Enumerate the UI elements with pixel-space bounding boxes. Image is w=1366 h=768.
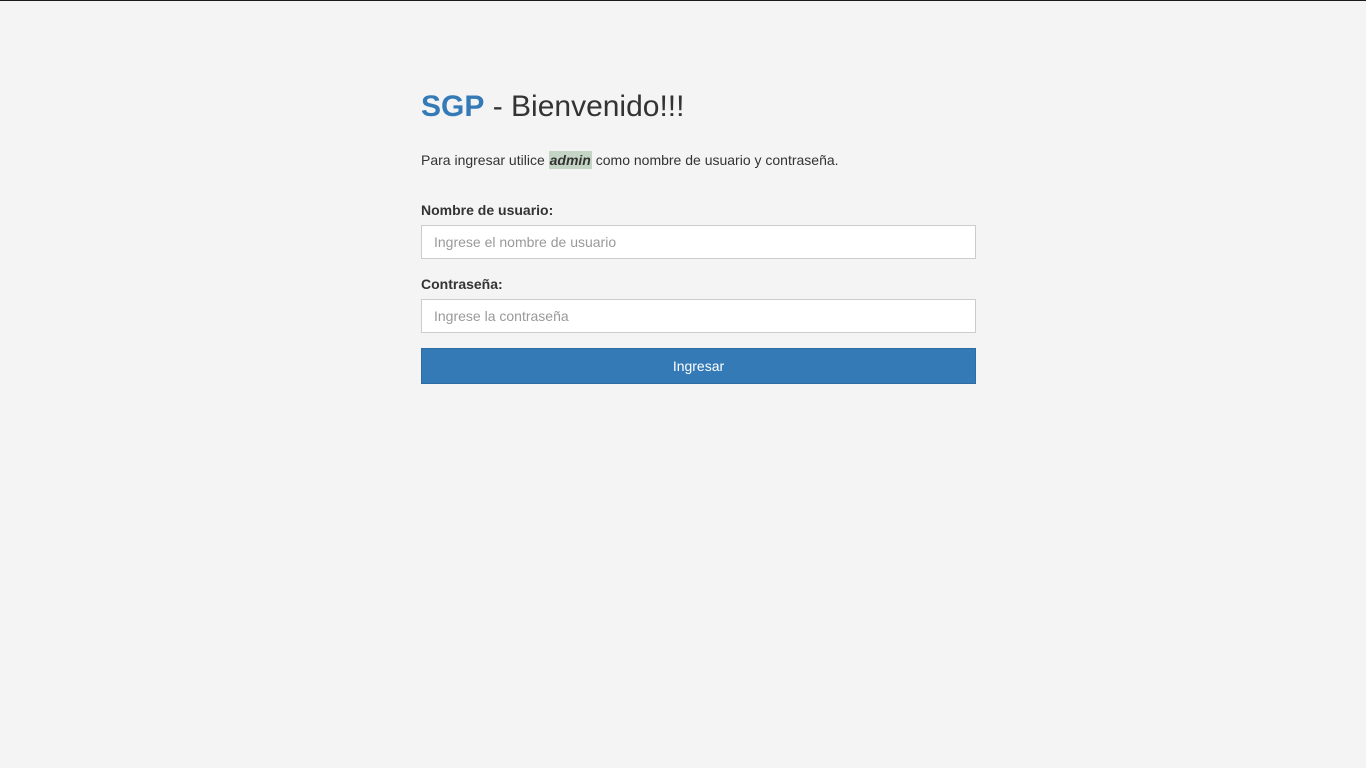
- login-container: SGP - Bienvenido!!! Para ingresar utilic…: [421, 88, 976, 384]
- instructions-before: Para ingresar utilice: [421, 152, 549, 168]
- login-instructions: Para ingresar utilice admin como nombre …: [421, 150, 976, 170]
- password-group: Contraseña:: [421, 274, 976, 333]
- title-suffix: - Bienvenido!!!: [484, 90, 685, 123]
- password-input[interactable]: [421, 299, 976, 333]
- username-group: Nombre de usuario:: [421, 200, 976, 259]
- page-title: SGP - Bienvenido!!!: [421, 88, 976, 126]
- login-button[interactable]: Ingresar: [421, 348, 976, 384]
- username-label: Nombre de usuario:: [421, 202, 554, 218]
- password-label: Contraseña:: [421, 276, 503, 292]
- login-page: { "header": { "brand": "SGP", "title_suf…: [0, 0, 1366, 768]
- username-input[interactable]: [421, 225, 976, 259]
- login-form: Nombre de usuario: Contraseña: Ingresar: [421, 200, 976, 384]
- instructions-after: como nombre de usuario y contraseña.: [591, 152, 839, 168]
- credential-highlight: admin: [548, 151, 592, 169]
- brand-name: SGP: [421, 90, 485, 123]
